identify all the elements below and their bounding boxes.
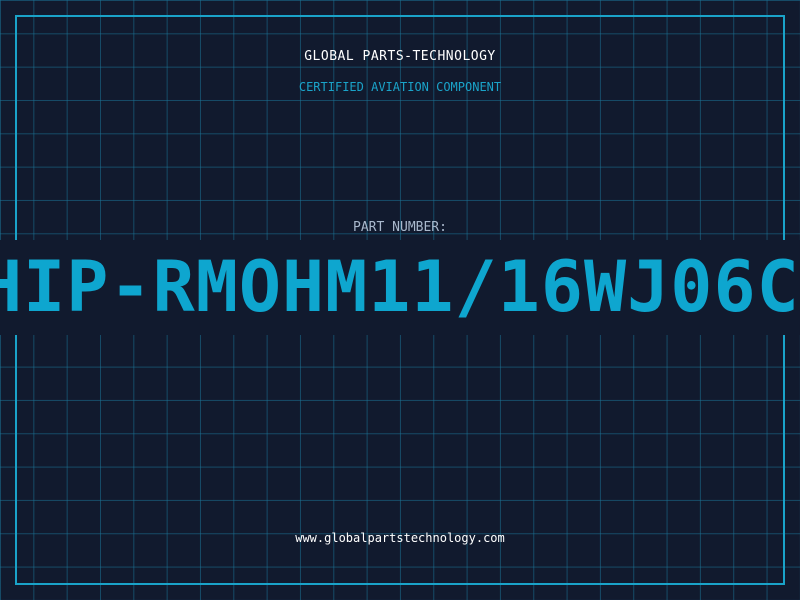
part-number-value: HIP-RMOHM11/16WJ06C: [0, 246, 800, 328]
website-url: www.globalpartstechnology.com: [295, 531, 505, 545]
part-number-label: PART NUMBER:: [353, 220, 447, 235]
certification-subtitle: CERTIFIED AVIATION COMPONENT: [298, 80, 502, 94]
part-number-band: HIP-RMOHM11/16WJ06C: [0, 240, 800, 335]
label-canvas: GLOBAL PARTS-TECHNOLOGY CERTIFIED AVIATI…: [0, 0, 800, 600]
company-name: GLOBAL PARTS-TECHNOLOGY: [304, 49, 496, 64]
